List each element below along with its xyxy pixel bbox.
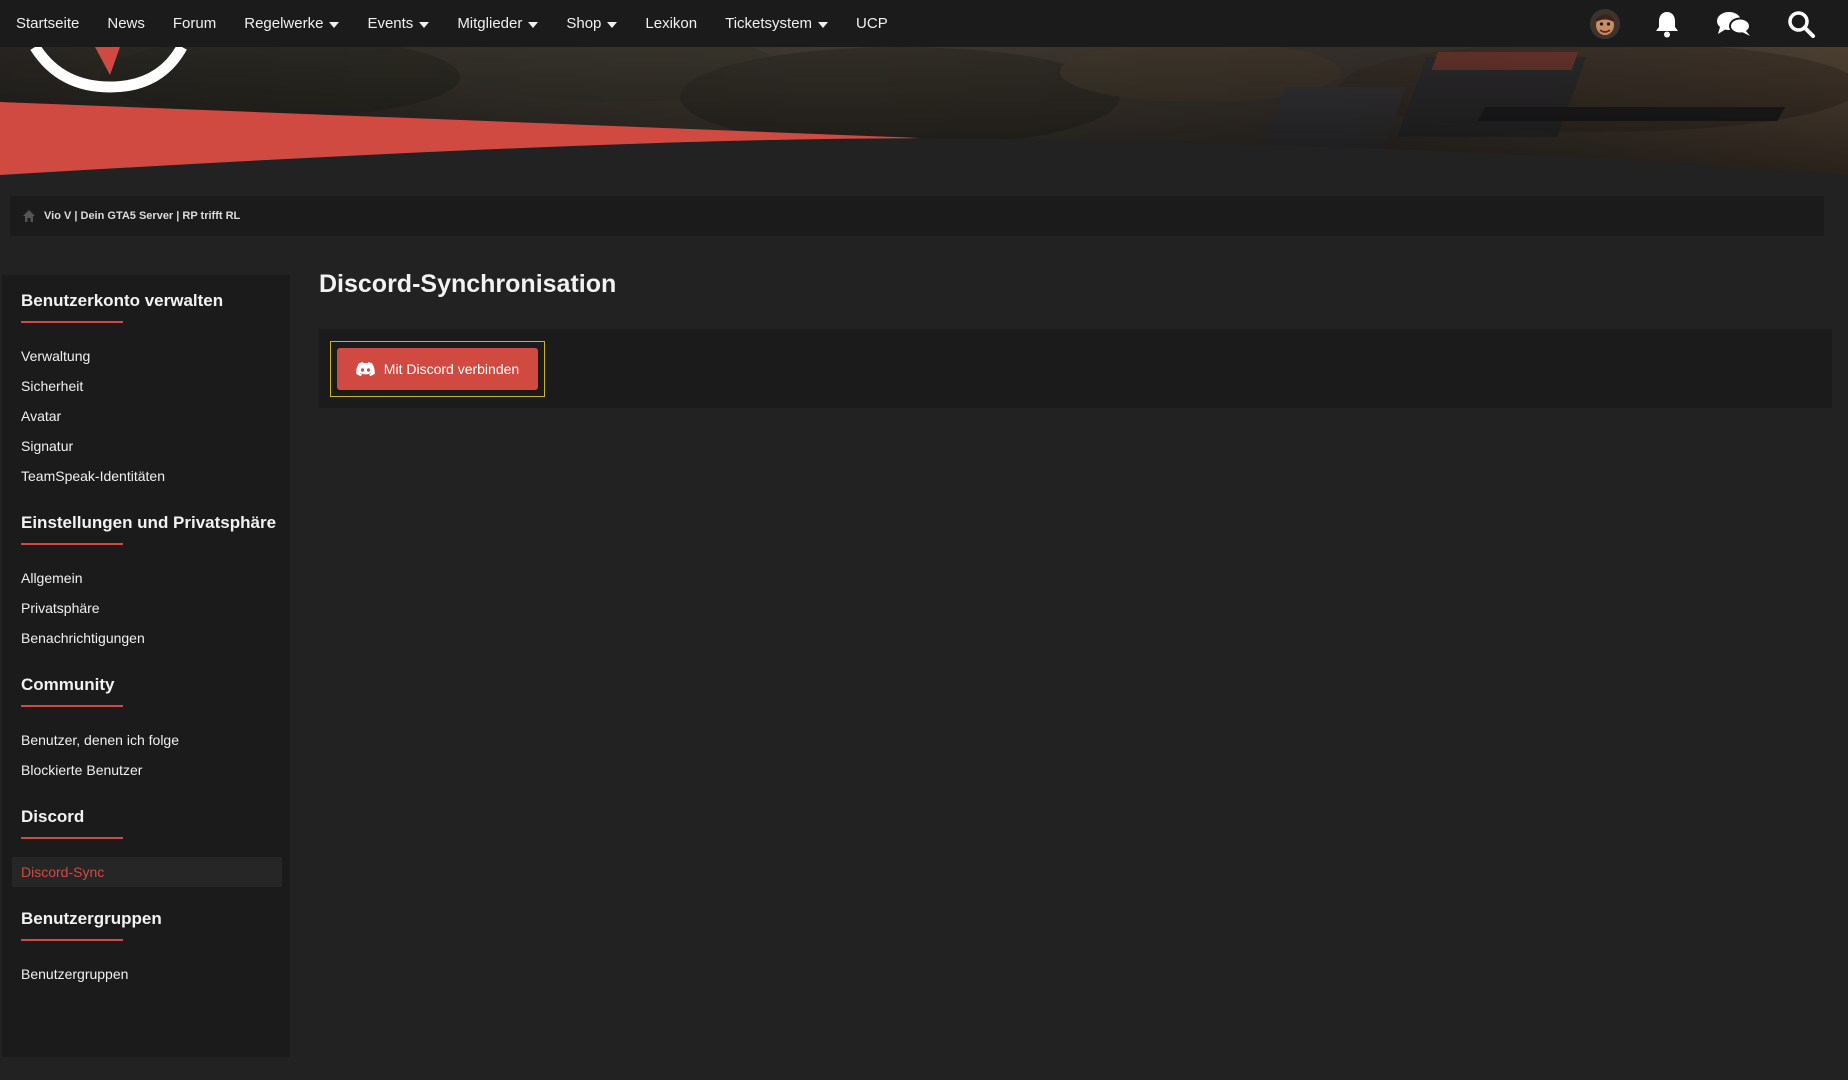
sidebar-item-sicherheit[interactable]: Sicherheit [21,371,290,401]
chat-icon[interactable] [1716,9,1752,39]
nav-item-label: Events [367,15,414,32]
sidebar-section-benutzerkonto-verwalten: Benutzerkonto verwalten Verwaltung Sicherh… [21,291,290,491]
discord-icon [356,362,375,376]
sidebar-link-list: Verwaltung Sicherheit Avatar Signatur TeamSp… [21,341,290,491]
sidebar-link-list: Discord-Sync [12,857,290,887]
account-sidebar: Benutzerkonto verwalten Verwaltung Sicherh… [2,275,290,1057]
caret-down-icon [419,21,430,28]
nav-item-lexikon[interactable]: Lexikon [645,0,697,47]
bell-icon[interactable] [1652,9,1682,39]
sidebar-item-avatar[interactable]: Avatar [21,401,290,431]
nav-item-label: Forum [172,15,217,32]
caret-down-icon [818,21,829,28]
nav-item-shop[interactable]: Shop [566,0,618,47]
nav-user-area [1590,0,1848,47]
avatar[interactable] [1590,8,1620,39]
nav-item-mitglieder[interactable]: Mitglieder [457,0,539,47]
nav-item-ucp[interactable]: UCP [856,0,888,47]
connect-discord-label: Mit Discord verbinden [383,361,520,377]
discord-sync-panel: Mit Discord verbinden [319,329,1832,408]
sidebar-item-benachrichtigungen[interactable]: Benachrichtigungen [21,623,290,653]
sidebar-section-discord: Discord Discord-Sync [12,807,290,887]
nav-items: Startseite News Forum Regelwerke Events Mitgl… [0,0,916,47]
sidebar-section-title: Benutzergruppen [21,909,162,941]
sidebar-item-signatur[interactable]: Signatur [21,431,290,461]
nav-item-label: Lexikon [645,15,698,32]
caret-down-icon [528,21,539,28]
sidebar-item-discord-sync[interactable]: Discord-Sync [12,857,282,887]
sidebar-link-list: Allgemein Privatsphäre Benachrichtigungen [21,563,290,653]
sidebar-section-title: Einstellungen und Privatsphäre [21,513,276,545]
nav-item-forum[interactable]: Forum [173,0,216,47]
sidebar-section-community: Community Benutzer, denen ich folge Blocki… [21,675,290,785]
home-icon [23,210,35,222]
nav-item-label: News [107,15,145,32]
search-icon[interactable] [1786,9,1816,39]
connect-discord-button[interactable]: Mit Discord verbinden [337,348,538,390]
nav-item-label: Regelwerke [244,15,324,32]
sidebar-item-benutzer-denen-ich-folge[interactable]: Benutzer, denen ich folge [21,725,290,755]
nav-item-label: Mitglieder [457,15,523,32]
breadcrumb: Vio V | Dein GTA5 Server | RP trifft RL [10,196,1824,236]
sidebar-link-list: Benutzer, denen ich folge Blockierte Benu… [21,725,290,785]
sidebar-item-allgemein[interactable]: Allgemein [21,563,290,593]
top-navigation: Startseite News Forum Regelwerke Events Mitgl… [0,0,1848,47]
sidebar-item-benutzergruppen[interactable]: Benutzergruppen [21,959,290,989]
header-artwork [0,47,1848,177]
nav-item-news[interactable]: News [107,0,145,47]
sidebar-item-privatsphaere[interactable]: Privatsphäre [21,593,290,623]
sidebar-section-title: Community [21,675,123,707]
sidebar-item-teamspeak-identitaeten[interactable]: TeamSpeak-Identitäten [21,461,290,491]
sidebar-section-title: Discord [21,807,124,839]
nav-item-label: Shop [566,15,602,32]
page-title: Discord-Synchronisation [319,270,617,298]
caret-down-icon [607,21,618,28]
sidebar-section-benutzergruppen: Benutzergruppen Benutzergruppen [21,909,290,989]
sidebar-section-title: Benutzerkonto verwalten [21,291,223,323]
avatar-image [1590,8,1620,39]
sidebar-link-list: Benutzergruppen [21,959,290,989]
sidebar-item-blockierte-benutzer[interactable]: Blockierte Benutzer [21,755,290,785]
nav-item-startseite[interactable]: Startseite [16,0,79,47]
nav-item-label: Ticketsystem [725,15,813,32]
nav-item-label: Startseite [16,15,80,32]
caret-down-icon [329,21,340,28]
nav-item-events[interactable]: Events [367,0,430,47]
breadcrumb-link-home[interactable]: Vio V | Dein GTA5 Server | RP trifft RL [44,210,240,222]
nav-item-ticketsystem[interactable]: Ticketsystem [725,0,829,47]
header-banner [0,47,1848,177]
sidebar-section-einstellungen-und-privatsphaere: Einstellungen und Privatsphäre Allgemein P… [21,513,290,653]
nav-item-regelwerke[interactable]: Regelwerke [244,0,340,47]
nav-item-label: UCP [856,15,888,32]
sidebar-item-verwaltung[interactable]: Verwaltung [21,341,290,371]
